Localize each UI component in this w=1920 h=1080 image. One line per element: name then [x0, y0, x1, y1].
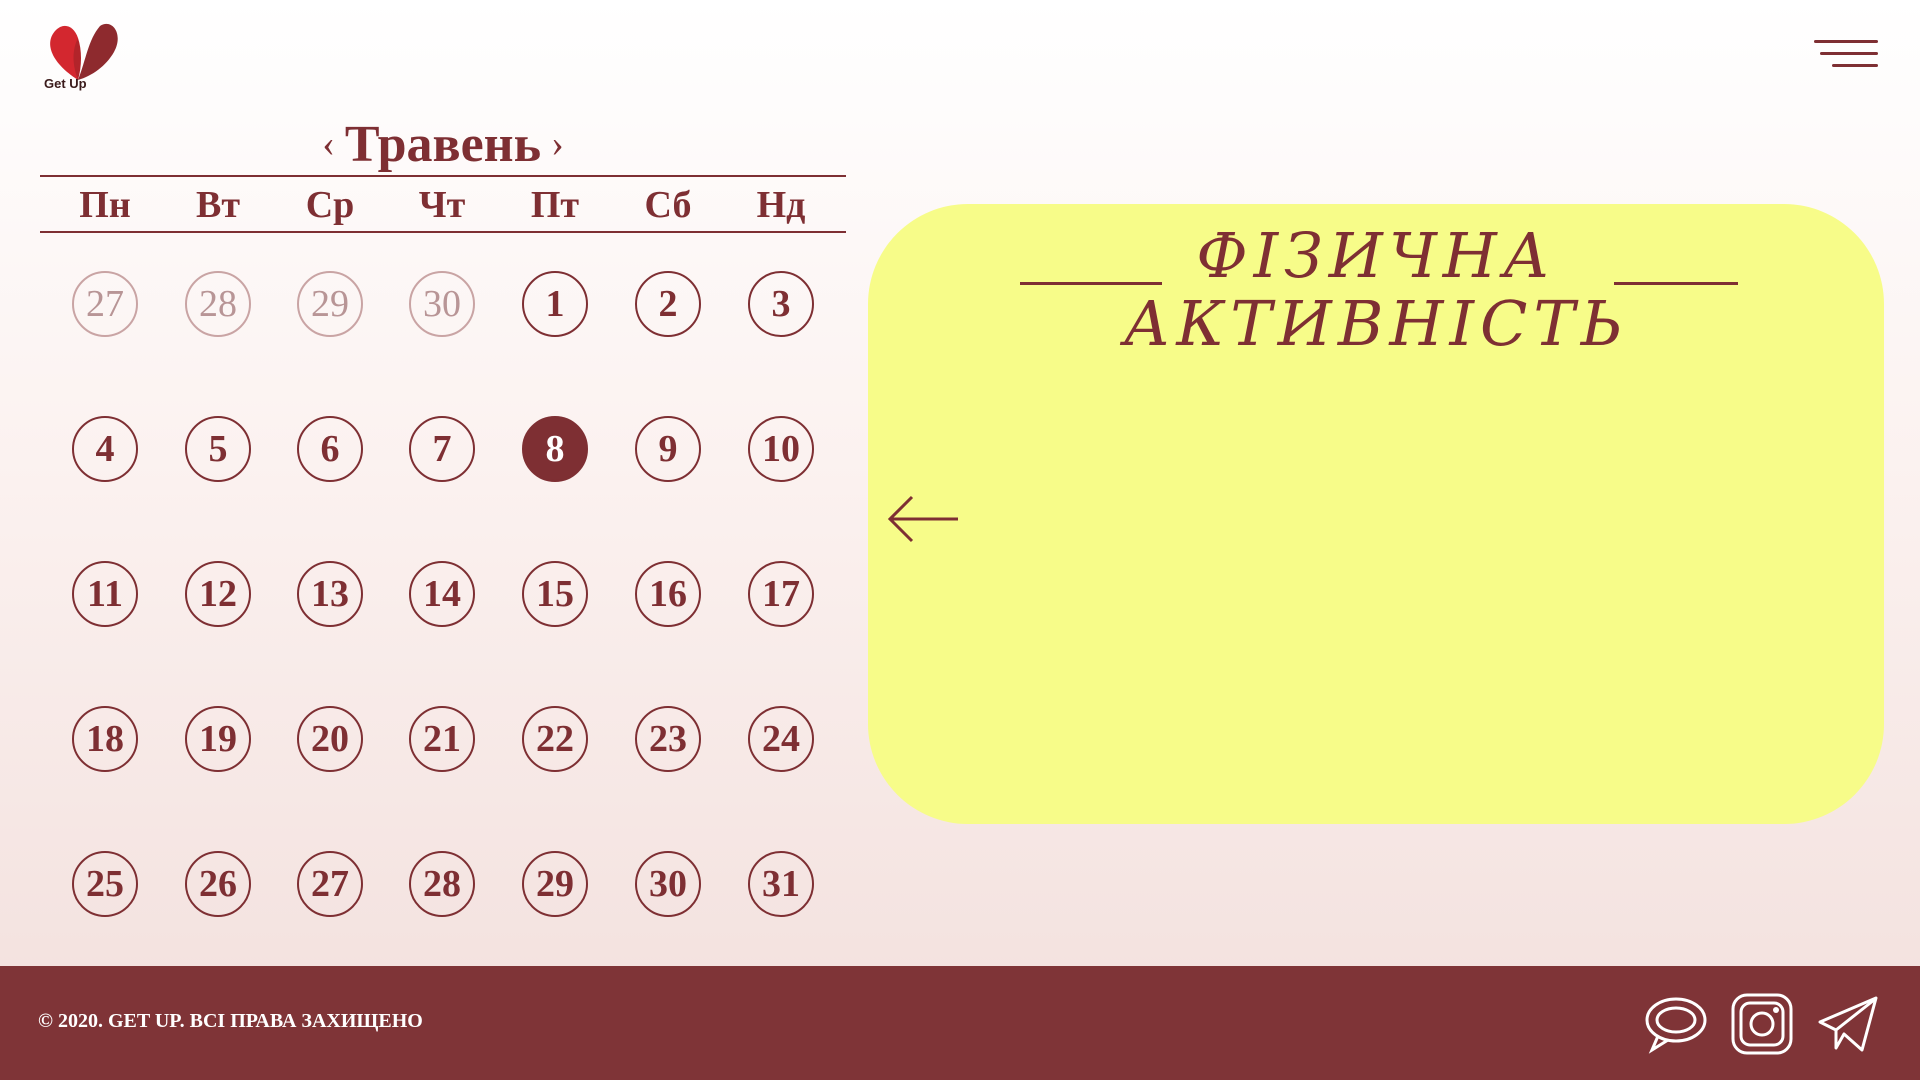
card-title-line2: АКТИВНІСТЬ [1123, 287, 1629, 360]
menu-icon [1814, 40, 1878, 43]
divider [40, 231, 846, 233]
calendar-day[interactable]: 25 [72, 851, 138, 917]
menu-icon-line [1832, 64, 1878, 67]
next-month-button[interactable]: › [551, 125, 564, 163]
calendar-day[interactable]: 27 [297, 851, 363, 917]
calendar-day[interactable]: 16 [635, 561, 701, 627]
calendar-day[interactable]: 30 [409, 271, 475, 337]
chat-link[interactable] [1644, 992, 1708, 1056]
calendar-day[interactable]: 11 [72, 561, 138, 627]
calendar-day[interactable]: 12 [185, 561, 251, 627]
copyright-text: © 2020. GET UP. ВСІ ПРАВА ЗАХИЩЕНО [38, 1010, 423, 1032]
calendar-day[interactable]: 6 [297, 416, 363, 482]
weekday-label: Ср [305, 184, 355, 226]
calendar-day[interactable]: 8 [522, 416, 588, 482]
footer: © 2020. GET UP. ВСІ ПРАВА ЗАХИЩЕНО [0, 966, 1920, 1080]
calendar-day[interactable]: 30 [635, 851, 701, 917]
card-title-line1: ФІЗИЧНА [1196, 219, 1556, 292]
calendar-day[interactable]: 3 [748, 271, 814, 337]
calendar-day[interactable]: 28 [185, 271, 251, 337]
instagram-icon [1731, 993, 1793, 1055]
calendar-day[interactable]: 19 [185, 706, 251, 772]
calendar-day[interactable]: 27 [72, 271, 138, 337]
menu-icon-line [1820, 52, 1878, 55]
telegram-link[interactable] [1816, 992, 1880, 1056]
calendar-day[interactable]: 29 [297, 271, 363, 337]
calendar-day[interactable]: 20 [297, 706, 363, 772]
activity-card: ФІЗИЧНА АКТИВНІСТЬ [868, 204, 1884, 824]
calendar-day[interactable]: 13 [297, 561, 363, 627]
calendar-day[interactable]: 24 [748, 706, 814, 772]
calendar-day[interactable]: 22 [522, 706, 588, 772]
back-button[interactable] [886, 494, 962, 544]
weekday-label: Пн [79, 184, 131, 226]
back-arrow-icon [887, 495, 958, 543]
calendar-day[interactable]: 14 [409, 561, 475, 627]
weekday-row: Пн Вт Ср Чт Пт Сб Нд [40, 180, 846, 230]
month-switcher: ‹ Травень › [40, 114, 846, 174]
calendar-day[interactable]: 28 [409, 851, 475, 917]
menu-button[interactable] [1814, 38, 1880, 74]
card-title: ФІЗИЧНА АКТИВНІСТЬ [868, 222, 1884, 358]
title-rule-right [1614, 282, 1738, 285]
calendar-day[interactable]: 4 [72, 416, 138, 482]
month-label: Травень [344, 115, 542, 173]
calendar-day[interactable]: 21 [409, 706, 475, 772]
divider [40, 175, 846, 177]
calendar-day[interactable]: 5 [185, 416, 251, 482]
weekday-label: Чт [418, 184, 466, 226]
weekday-label: Пт [530, 184, 580, 226]
instagram-link[interactable] [1730, 992, 1794, 1056]
weekday-label: Вт [195, 184, 240, 226]
calendar-day[interactable]: 26 [185, 851, 251, 917]
weekday-label: Сб [644, 184, 692, 226]
logo-text: Get Up [44, 76, 87, 91]
calendar-day[interactable]: 2 [635, 271, 701, 337]
calendar-day[interactable]: 17 [748, 561, 814, 627]
calendar-day[interactable]: 23 [635, 706, 701, 772]
calendar-day[interactable]: 1 [522, 271, 588, 337]
calendar-day[interactable]: 15 [522, 561, 588, 627]
weekday-label: Нд [756, 184, 806, 226]
calendar-day[interactable]: 9 [635, 416, 701, 482]
telegram-icon [1818, 996, 1878, 1052]
calendar-day[interactable]: 18 [72, 706, 138, 772]
prev-month-button[interactable]: ‹ [322, 125, 335, 163]
calendar-day[interactable]: 10 [748, 416, 814, 482]
calendar-day[interactable]: 29 [522, 851, 588, 917]
logo[interactable]: Get Up [42, 20, 122, 96]
calendar-day[interactable]: 7 [409, 416, 475, 482]
title-rule-left [1020, 282, 1162, 285]
chat-icon [1645, 997, 1707, 1054]
calendar-day[interactable]: 31 [748, 851, 814, 917]
